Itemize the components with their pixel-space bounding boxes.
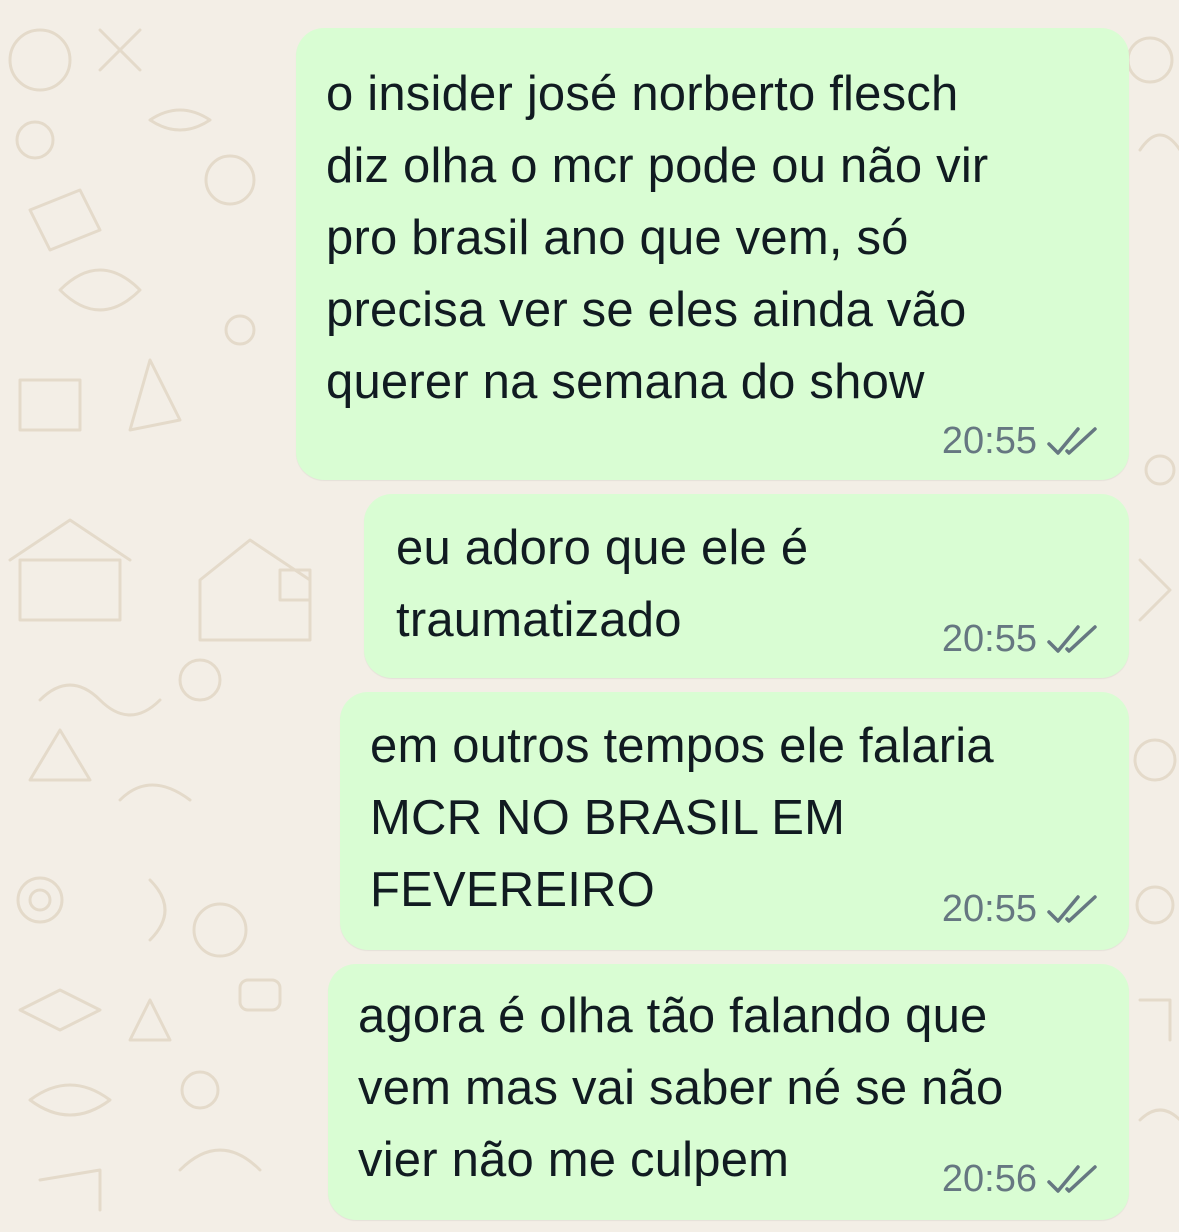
message-meta: 20:55 <box>942 420 1099 463</box>
outgoing-message[interactable]: eu adoro que ele é traumatizado 20:55 <box>364 494 1129 678</box>
message-meta: 20:55 <box>942 888 1099 931</box>
message-meta: 20:56 <box>942 1158 1099 1201</box>
outgoing-message[interactable]: em outros tempos ele falaria MCR NO BRAS… <box>340 692 1129 950</box>
double-check-icon <box>1047 426 1097 455</box>
message-text: o insider josé norberto flesch diz olha … <box>326 67 989 409</box>
outgoing-message[interactable]: agora é olha tão falando que vem mas vai… <box>328 964 1129 1220</box>
double-check-icon <box>1047 1164 1097 1193</box>
message-time: 20:55 <box>941 618 1037 660</box>
message-time: 20:56 <box>941 1158 1037 1200</box>
message-time: 20:55 <box>941 888 1037 930</box>
message-text: agora é olha tão falando que vem mas vai… <box>358 989 1004 1187</box>
chat-messages: o insider josé norberto flesch diz olha … <box>0 0 1179 1232</box>
message-time: 20:55 <box>941 420 1037 462</box>
double-check-icon <box>1047 624 1097 653</box>
double-check-icon <box>1047 894 1097 923</box>
outgoing-message[interactable]: o insider josé norberto flesch diz olha … <box>296 28 1129 480</box>
message-text: em outros tempos ele falaria MCR NO BRAS… <box>370 719 994 917</box>
message-text: eu adoro que ele é traumatizado <box>396 521 809 647</box>
message-meta: 20:55 <box>942 618 1099 661</box>
